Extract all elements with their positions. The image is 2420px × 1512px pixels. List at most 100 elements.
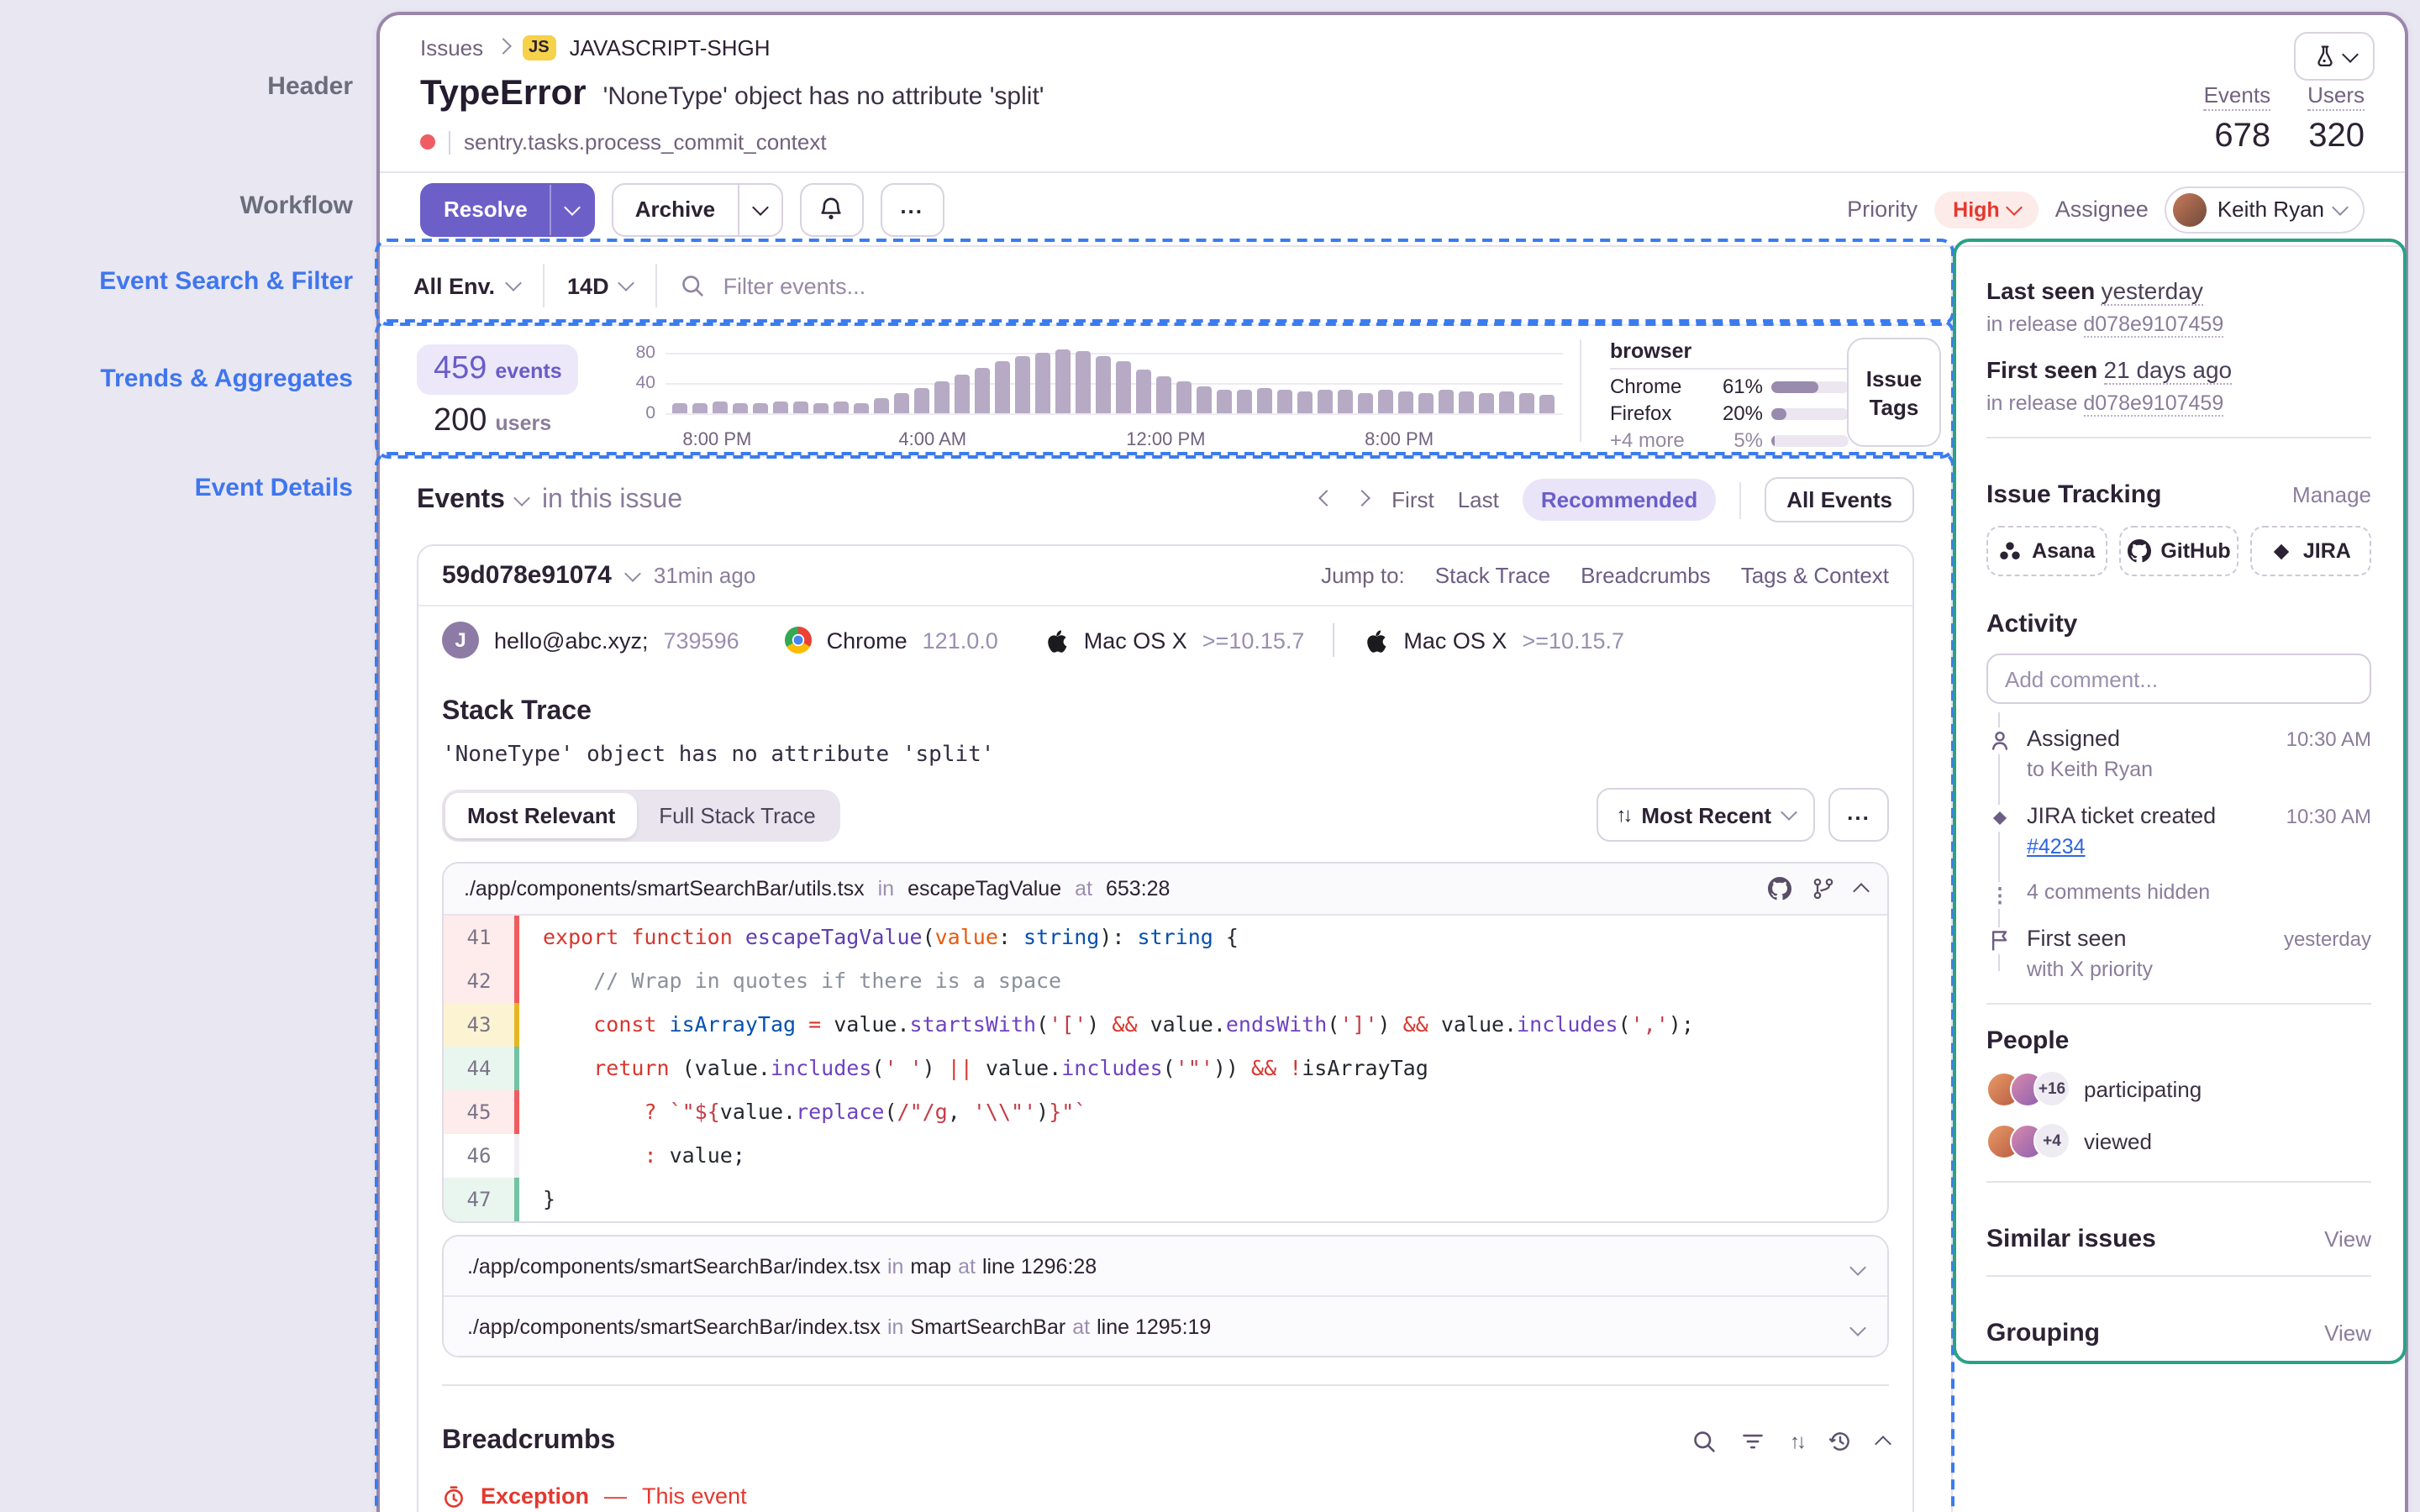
sort-icon[interactable]: ↑↓: [1790, 1430, 1807, 1453]
events-count-toggle[interactable]: 459 events: [417, 344, 579, 395]
chevron-down-icon: [2332, 198, 2349, 215]
events-stat-label[interactable]: Events: [2203, 82, 2271, 111]
integration-github-button[interactable]: GitHub: [2118, 526, 2239, 576]
github-icon[interactable]: [1768, 877, 1791, 900]
frame-function: escapeTagValue: [908, 877, 1062, 900]
add-comment-input[interactable]: [1986, 654, 2371, 704]
browser-row[interactable]: Chrome 61%: [1610, 375, 1849, 398]
avatar-stack[interactable]: +4: [1986, 1122, 2070, 1159]
integration-asana-button[interactable]: Asana: [1986, 526, 2107, 576]
breadcrumb-issues[interactable]: Issues: [420, 35, 483, 60]
frame-location: 653:28: [1106, 877, 1171, 900]
jump-link[interactable]: Breadcrumbs: [1581, 563, 1711, 588]
breadcrumb-project[interactable]: JAVASCRIPT-SHGH: [570, 35, 771, 60]
user-id: 739596: [663, 627, 739, 653]
chevron-down-icon[interactable]: [623, 564, 641, 581]
subscribe-button[interactable]: [799, 182, 864, 236]
archive-label[interactable]: Archive: [613, 197, 737, 222]
users-count-label: users: [495, 412, 552, 435]
issue-tracking-manage[interactable]: Manage: [2252, 482, 2371, 507]
search-field[interactable]: [681, 271, 1918, 300]
archive-dropdown[interactable]: [737, 184, 781, 234]
breadcrumbs-heading-row: Breadcrumbs ↑↓: [442, 1426, 1891, 1457]
frame-header[interactable]: ./app/components/smartSearchBar/utils.ts…: [444, 864, 1887, 916]
page: Header Workflow Event Search & Filter Tr…: [0, 0, 2420, 1512]
history-icon[interactable]: [1828, 1430, 1852, 1453]
collapsed-frame[interactable]: ./app/components/smartSearchBar/index.ts…: [444, 1295, 1887, 1356]
tab-full-stack-trace[interactable]: Full Stack Trace: [637, 792, 837, 837]
issue-header: Issues JS JAVASCRIPT-SHGH TypeError 'Non…: [380, 15, 2405, 171]
activity-item-time: 10:30 AM: [2286, 727, 2371, 751]
line-number: 47: [444, 1178, 519, 1221]
main-column: All Env. 14D Filter events... 459 events…: [380, 247, 1953, 1512]
stack-more-button[interactable]: ...: [1828, 788, 1889, 842]
culprit-row: sentry.tasks.process_commit_context: [420, 129, 2365, 155]
first-seen-value[interactable]: 21 days ago: [2103, 356, 2233, 385]
archive-button[interactable]: Archive: [611, 182, 783, 236]
chevron-down-icon: [751, 198, 769, 215]
events-heading[interactable]: Events: [417, 485, 505, 515]
users-stat: Users 320: [2307, 82, 2365, 156]
unhandled-dot-icon: [420, 134, 435, 150]
issue-tags-button[interactable]: Issue Tags: [1847, 338, 1941, 447]
activity-item-link[interactable]: #4234: [2027, 835, 2371, 858]
search-input[interactable]: [719, 271, 1918, 300]
chevron-down-icon[interactable]: [514, 489, 531, 506]
browser-row[interactable]: Firefox 20%: [1610, 402, 1849, 425]
jump-to-label: Jump to:: [1321, 563, 1405, 588]
experiment-button[interactable]: [2294, 32, 2375, 81]
code-text: ? `"${value.replace(/"/g, '\\"')}"`: [644, 1099, 1087, 1124]
tab-most-relevant[interactable]: Most Relevant: [445, 792, 638, 837]
prev-event-icon[interactable]: [1318, 489, 1336, 506]
search-icon[interactable]: [1692, 1430, 1716, 1453]
first-release-link[interactable]: d078e9107459: [2083, 391, 2224, 417]
resolve-label[interactable]: Resolve: [422, 197, 550, 222]
y-tick-40: 40: [635, 373, 655, 393]
dots-icon: ⋮: [1986, 882, 2013, 909]
os-tag-version: >=10.15.7: [1202, 627, 1305, 653]
jump-link[interactable]: Tags & Context: [1741, 563, 1889, 588]
line-number: 41: [444, 916, 519, 959]
filter-icon[interactable]: [1741, 1430, 1765, 1453]
events-count-label: events: [495, 360, 562, 383]
all-events-button[interactable]: All Events: [1765, 477, 1914, 522]
event-id[interactable]: 59d078e91074: [442, 561, 612, 590]
workflow-bar: Resolve Archive ... Priority High Assign…: [380, 173, 2405, 245]
next-event-icon[interactable]: [1354, 489, 1371, 506]
expand-frame-icon[interactable]: [1849, 1315, 1866, 1338]
more-actions-button[interactable]: ...: [880, 182, 944, 236]
last-event-link[interactable]: Last: [1458, 487, 1499, 512]
collapse-frame-icon[interactable]: [1853, 883, 1870, 900]
git-branch-icon[interactable]: [1812, 877, 1835, 900]
recommended-pill[interactable]: Recommended: [1522, 479, 1717, 521]
integration-label: GitHub: [2160, 539, 2231, 563]
priority-select[interactable]: High: [1934, 191, 2039, 228]
integration-label: Asana: [2032, 539, 2096, 563]
resolve-dropdown[interactable]: [549, 184, 593, 234]
jump-link[interactable]: Stack Trace: [1435, 563, 1550, 588]
code-text: : value;: [644, 1142, 745, 1168]
assignee-select[interactable]: Keith Ryan: [2165, 186, 2365, 233]
stack-trace-tabs: Most Relevant Full Stack Trace: [442, 789, 841, 841]
resolve-button[interactable]: Resolve: [420, 182, 595, 236]
similar-issues-view[interactable]: View: [2284, 1226, 2371, 1252]
expand-frame-icon[interactable]: [1849, 1254, 1866, 1278]
collapsed-frame[interactable]: ./app/components/smartSearchBar/index.ts…: [444, 1236, 1887, 1295]
first-event-link[interactable]: First: [1392, 487, 1434, 512]
collapse-section-icon[interactable]: [1875, 1436, 1891, 1452]
code-line: 44 return (value.includes(' ') || value.…: [444, 1047, 1887, 1090]
last-release-link[interactable]: d078e9107459: [2083, 312, 2224, 338]
grouping-view[interactable]: View: [2284, 1320, 2371, 1346]
browser-row[interactable]: +4 more 5%: [1610, 428, 1849, 452]
people-row: +4 viewed: [1986, 1122, 2371, 1159]
browser-row-bar: [1771, 434, 1849, 446]
last-seen-value[interactable]: yesterday: [2101, 277, 2203, 306]
frame-at-word: at: [1075, 877, 1092, 900]
sort-select[interactable]: ↑↓ Most Recent: [1596, 788, 1815, 842]
avatar-stack[interactable]: +16: [1986, 1070, 2070, 1107]
users-stat-label[interactable]: Users: [2307, 82, 2365, 111]
users-count-toggle[interactable]: 200 users: [434, 403, 551, 440]
date-range-select[interactable]: 14D: [567, 273, 635, 298]
integration-jira-button[interactable]: JIRA: [2250, 526, 2372, 576]
environment-select[interactable]: All Env.: [413, 273, 521, 298]
